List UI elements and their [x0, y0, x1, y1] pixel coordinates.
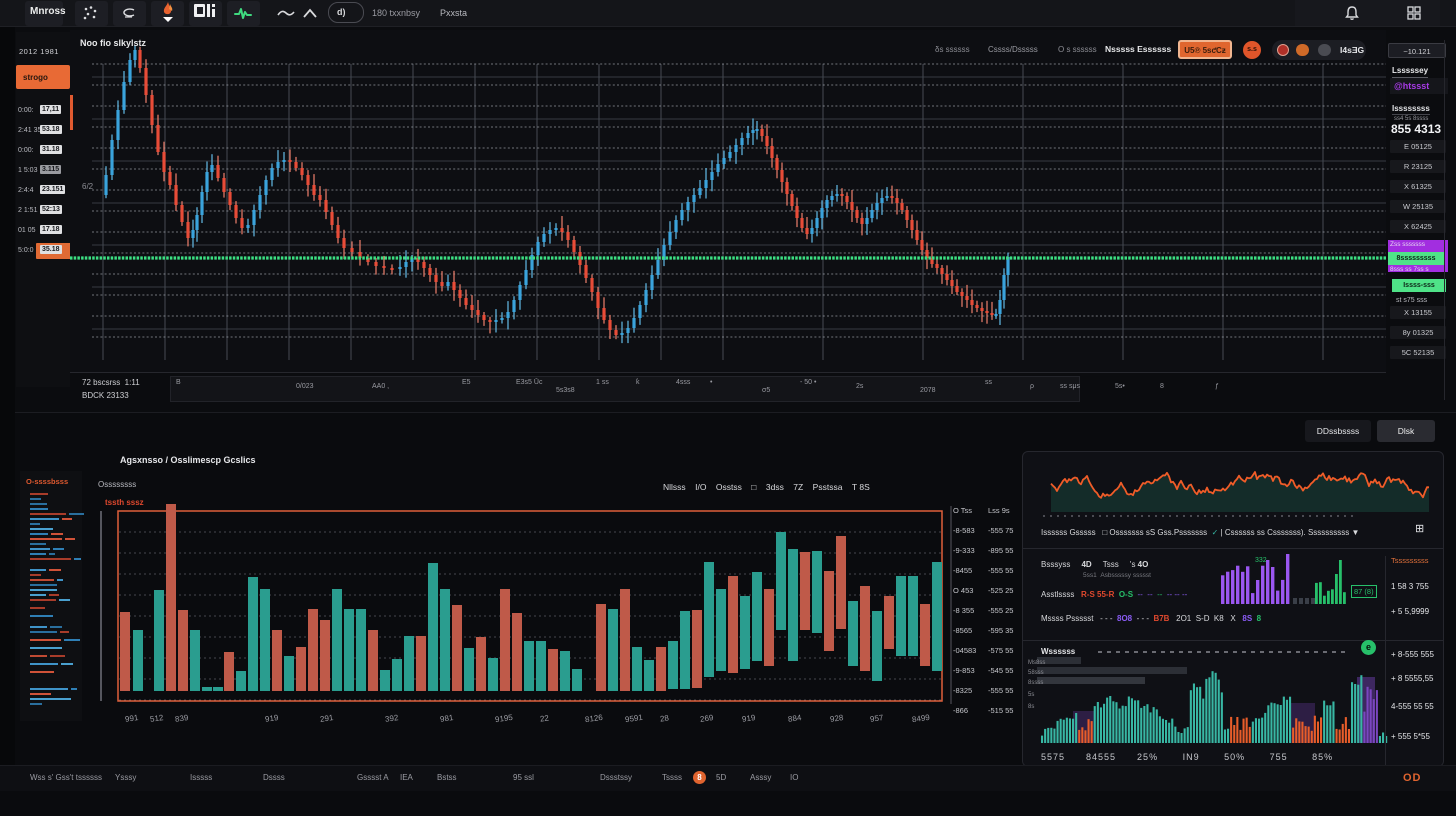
svg-text:332: 332: [1255, 557, 1267, 564]
